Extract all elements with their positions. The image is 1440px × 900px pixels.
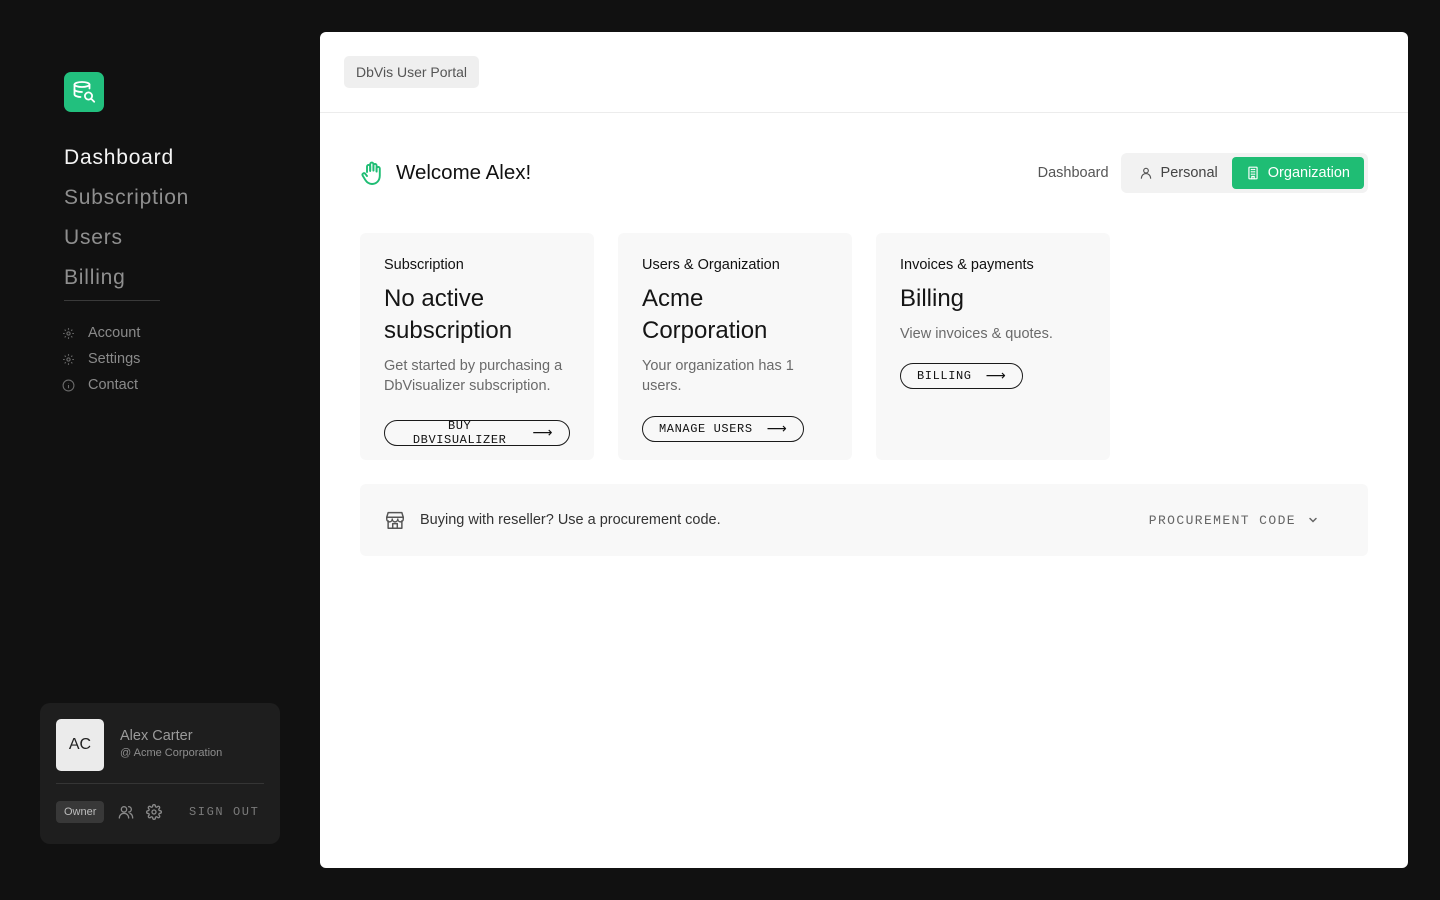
main-panel: DbVis User Portal Welcome Alex! Dashboar… bbox=[320, 32, 1408, 868]
card-description: Your organization has 1 users. bbox=[642, 358, 794, 394]
arrow-right-icon: ⟶ bbox=[985, 368, 1007, 384]
user-card-divider bbox=[56, 783, 264, 784]
nav-billing[interactable]: Billing bbox=[64, 260, 189, 300]
nav-users[interactable]: Users bbox=[64, 220, 189, 260]
user-name: Alex Carter bbox=[120, 728, 193, 744]
tab-organization-label: Organization bbox=[1267, 165, 1350, 181]
user-card: AC Alex Carter @ Acme Corporation Owner … bbox=[40, 703, 280, 844]
procurement-bar: Buying with reseller? Use a procurement … bbox=[360, 484, 1368, 556]
sign-out-button[interactable]: SIGN OUT bbox=[189, 805, 259, 819]
procurement-code-label: PROCUREMENT CODE bbox=[1148, 512, 1296, 528]
gear-icon bbox=[60, 325, 76, 341]
tab-personal-label: Personal bbox=[1160, 165, 1218, 181]
gear-icon[interactable] bbox=[146, 804, 162, 820]
nav-divider bbox=[64, 300, 160, 301]
billing-card: Invoices & payments Billing View invoice… bbox=[876, 233, 1110, 460]
sidebar: Dashboard Subscription Users Billing Acc… bbox=[0, 0, 320, 900]
nav-contact-label: Contact bbox=[88, 377, 138, 393]
welcome-header: Welcome Alex! bbox=[360, 160, 531, 186]
users-icon[interactable] bbox=[118, 804, 134, 820]
view-tabs: Dashboard Personal Organization bbox=[1038, 153, 1368, 193]
arrow-right-icon: ⟶ bbox=[766, 421, 788, 437]
user-organization: @ Acme Corporation bbox=[120, 747, 223, 759]
buy-dbvisualizer-button[interactable]: BUY DBVISUALIZER ⟶ bbox=[384, 419, 570, 447]
nav-settings-label: Settings bbox=[88, 351, 141, 367]
card-title: No active subscription bbox=[384, 285, 513, 344]
account-type-switch: Personal Organization bbox=[1120, 153, 1368, 193]
card-description: View invoices & quotes. bbox=[900, 326, 1053, 342]
user-icon bbox=[1139, 166, 1153, 180]
info-icon bbox=[60, 377, 76, 393]
procurement-text: Buying with reseller? Use a procurement … bbox=[420, 512, 721, 528]
card-eyebrow: Subscription bbox=[384, 257, 464, 273]
card-eyebrow: Users & Organization bbox=[642, 257, 780, 273]
users-organization-card: Users & Organization Acme Corporation Yo… bbox=[618, 233, 852, 460]
nav-account[interactable]: Account bbox=[60, 320, 140, 346]
nav-account-label: Account bbox=[88, 325, 141, 341]
procurement-code-toggle[interactable]: PROCUREMENT CODE bbox=[1149, 513, 1318, 528]
top-bar: DbVis User Portal bbox=[320, 32, 1408, 113]
tab-organization[interactable]: Organization bbox=[1231, 157, 1364, 189]
button-label: BILLING bbox=[917, 369, 972, 383]
subscription-card: Subscription No active subscription Get … bbox=[360, 233, 594, 460]
role-badge: Owner bbox=[56, 801, 105, 823]
button-label: MANAGE USERS bbox=[659, 422, 753, 436]
arrow-right-icon: ⟶ bbox=[532, 425, 553, 441]
manage-users-button[interactable]: MANAGE USERS ⟶ bbox=[642, 416, 805, 442]
card-title: Billing bbox=[900, 285, 965, 312]
billing-button[interactable]: BILLING ⟶ bbox=[900, 363, 1024, 389]
tab-personal[interactable]: Personal bbox=[1125, 157, 1232, 189]
main-nav: Dashboard Subscription Users Billing bbox=[64, 140, 189, 300]
dbvis-logo-icon[interactable] bbox=[64, 72, 104, 112]
building-icon bbox=[1246, 166, 1260, 180]
nav-settings[interactable]: Settings bbox=[60, 346, 140, 372]
chevron-down-icon bbox=[1308, 515, 1318, 525]
button-label: BUY DBVISUALIZER bbox=[412, 419, 507, 447]
welcome-title: Welcome Alex! bbox=[396, 161, 532, 184]
card-description: Get started by purchasing a DbVisualizer… bbox=[384, 358, 563, 394]
gear-icon bbox=[60, 351, 76, 367]
nav-subscription[interactable]: Subscription bbox=[64, 180, 189, 220]
portal-title[interactable]: DbVis User Portal bbox=[344, 56, 480, 88]
card-title: Acme Corporation bbox=[642, 285, 768, 344]
waving-hand-icon bbox=[361, 161, 381, 185]
nav-dashboard[interactable]: Dashboard bbox=[64, 140, 189, 180]
avatar[interactable]: AC bbox=[56, 719, 104, 771]
card-eyebrow: Invoices & payments bbox=[900, 257, 1034, 273]
tab-dashboard[interactable]: Dashboard bbox=[1038, 165, 1109, 181]
secondary-nav: Account Settings Contact bbox=[60, 320, 140, 398]
nav-contact[interactable]: Contact bbox=[60, 372, 140, 398]
storefront-icon bbox=[386, 511, 404, 529]
